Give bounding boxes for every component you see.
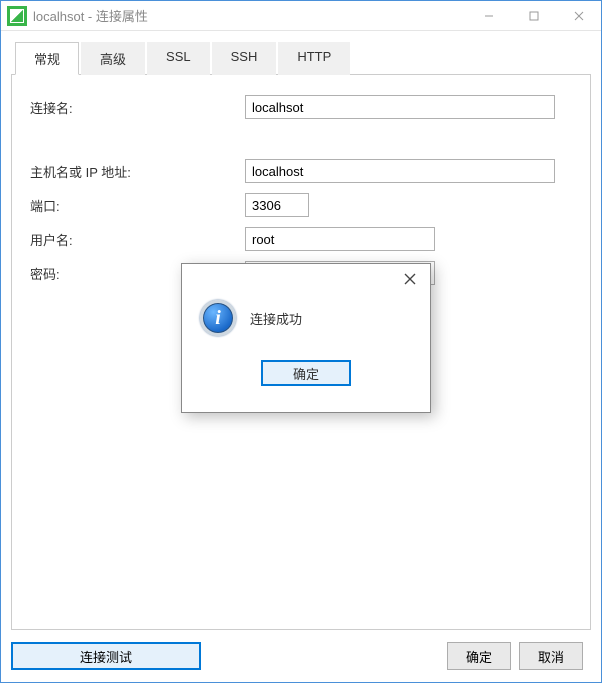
user-input[interactable] xyxy=(245,227,435,251)
dialog-footer: 连接测试 确定 取消 xyxy=(11,630,591,682)
window-controls xyxy=(466,1,601,31)
message-dialog-titlebar xyxy=(182,264,430,290)
close-icon xyxy=(574,11,584,21)
message-dialog-ok-button[interactable]: 确定 xyxy=(261,360,351,386)
connection-name-label: 连接名: xyxy=(30,98,245,117)
message-text: 连接成功 xyxy=(250,309,302,328)
port-label: 端口: xyxy=(30,196,245,215)
maximize-button[interactable] xyxy=(511,1,556,31)
user-label: 用户名: xyxy=(30,230,245,249)
connection-properties-window: localhsot - 连接属性 常规 高级 SSL SSH HTTP 连接名: xyxy=(0,0,602,683)
row-port: 端口: xyxy=(30,193,572,217)
message-dialog-footer: 确定 xyxy=(182,336,430,386)
close-button[interactable] xyxy=(556,1,601,31)
info-icon: i xyxy=(200,300,236,336)
host-input[interactable] xyxy=(245,159,555,183)
tab-ssl[interactable]: SSL xyxy=(147,42,210,75)
close-icon xyxy=(404,273,416,285)
message-dialog-body: i 连接成功 xyxy=(182,290,430,336)
row-user: 用户名: xyxy=(30,227,572,251)
window-title: localhsot - 连接属性 xyxy=(33,6,466,25)
tab-general[interactable]: 常规 xyxy=(15,42,79,75)
tab-ssh[interactable]: SSH xyxy=(212,42,277,75)
tab-advanced[interactable]: 高级 xyxy=(81,42,145,75)
port-input[interactable] xyxy=(245,193,309,217)
minimize-icon xyxy=(484,11,494,21)
titlebar: localhsot - 连接属性 xyxy=(1,1,601,31)
connection-name-input[interactable] xyxy=(245,95,555,119)
ok-button[interactable]: 确定 xyxy=(447,642,511,670)
tab-http[interactable]: HTTP xyxy=(278,42,350,75)
tab-strip: 常规 高级 SSL SSH HTTP xyxy=(11,41,591,75)
row-host: 主机名或 IP 地址: xyxy=(30,159,572,183)
maximize-icon xyxy=(529,11,539,21)
row-connection-name: 连接名: xyxy=(30,95,572,119)
test-connection-button[interactable]: 连接测试 xyxy=(11,642,201,670)
cancel-button[interactable]: 取消 xyxy=(519,642,583,670)
app-icon xyxy=(7,6,27,26)
host-label: 主机名或 IP 地址: xyxy=(30,162,245,181)
message-dialog-close-button[interactable] xyxy=(396,268,424,290)
minimize-button[interactable] xyxy=(466,1,511,31)
message-dialog: i 连接成功 确定 xyxy=(181,263,431,413)
